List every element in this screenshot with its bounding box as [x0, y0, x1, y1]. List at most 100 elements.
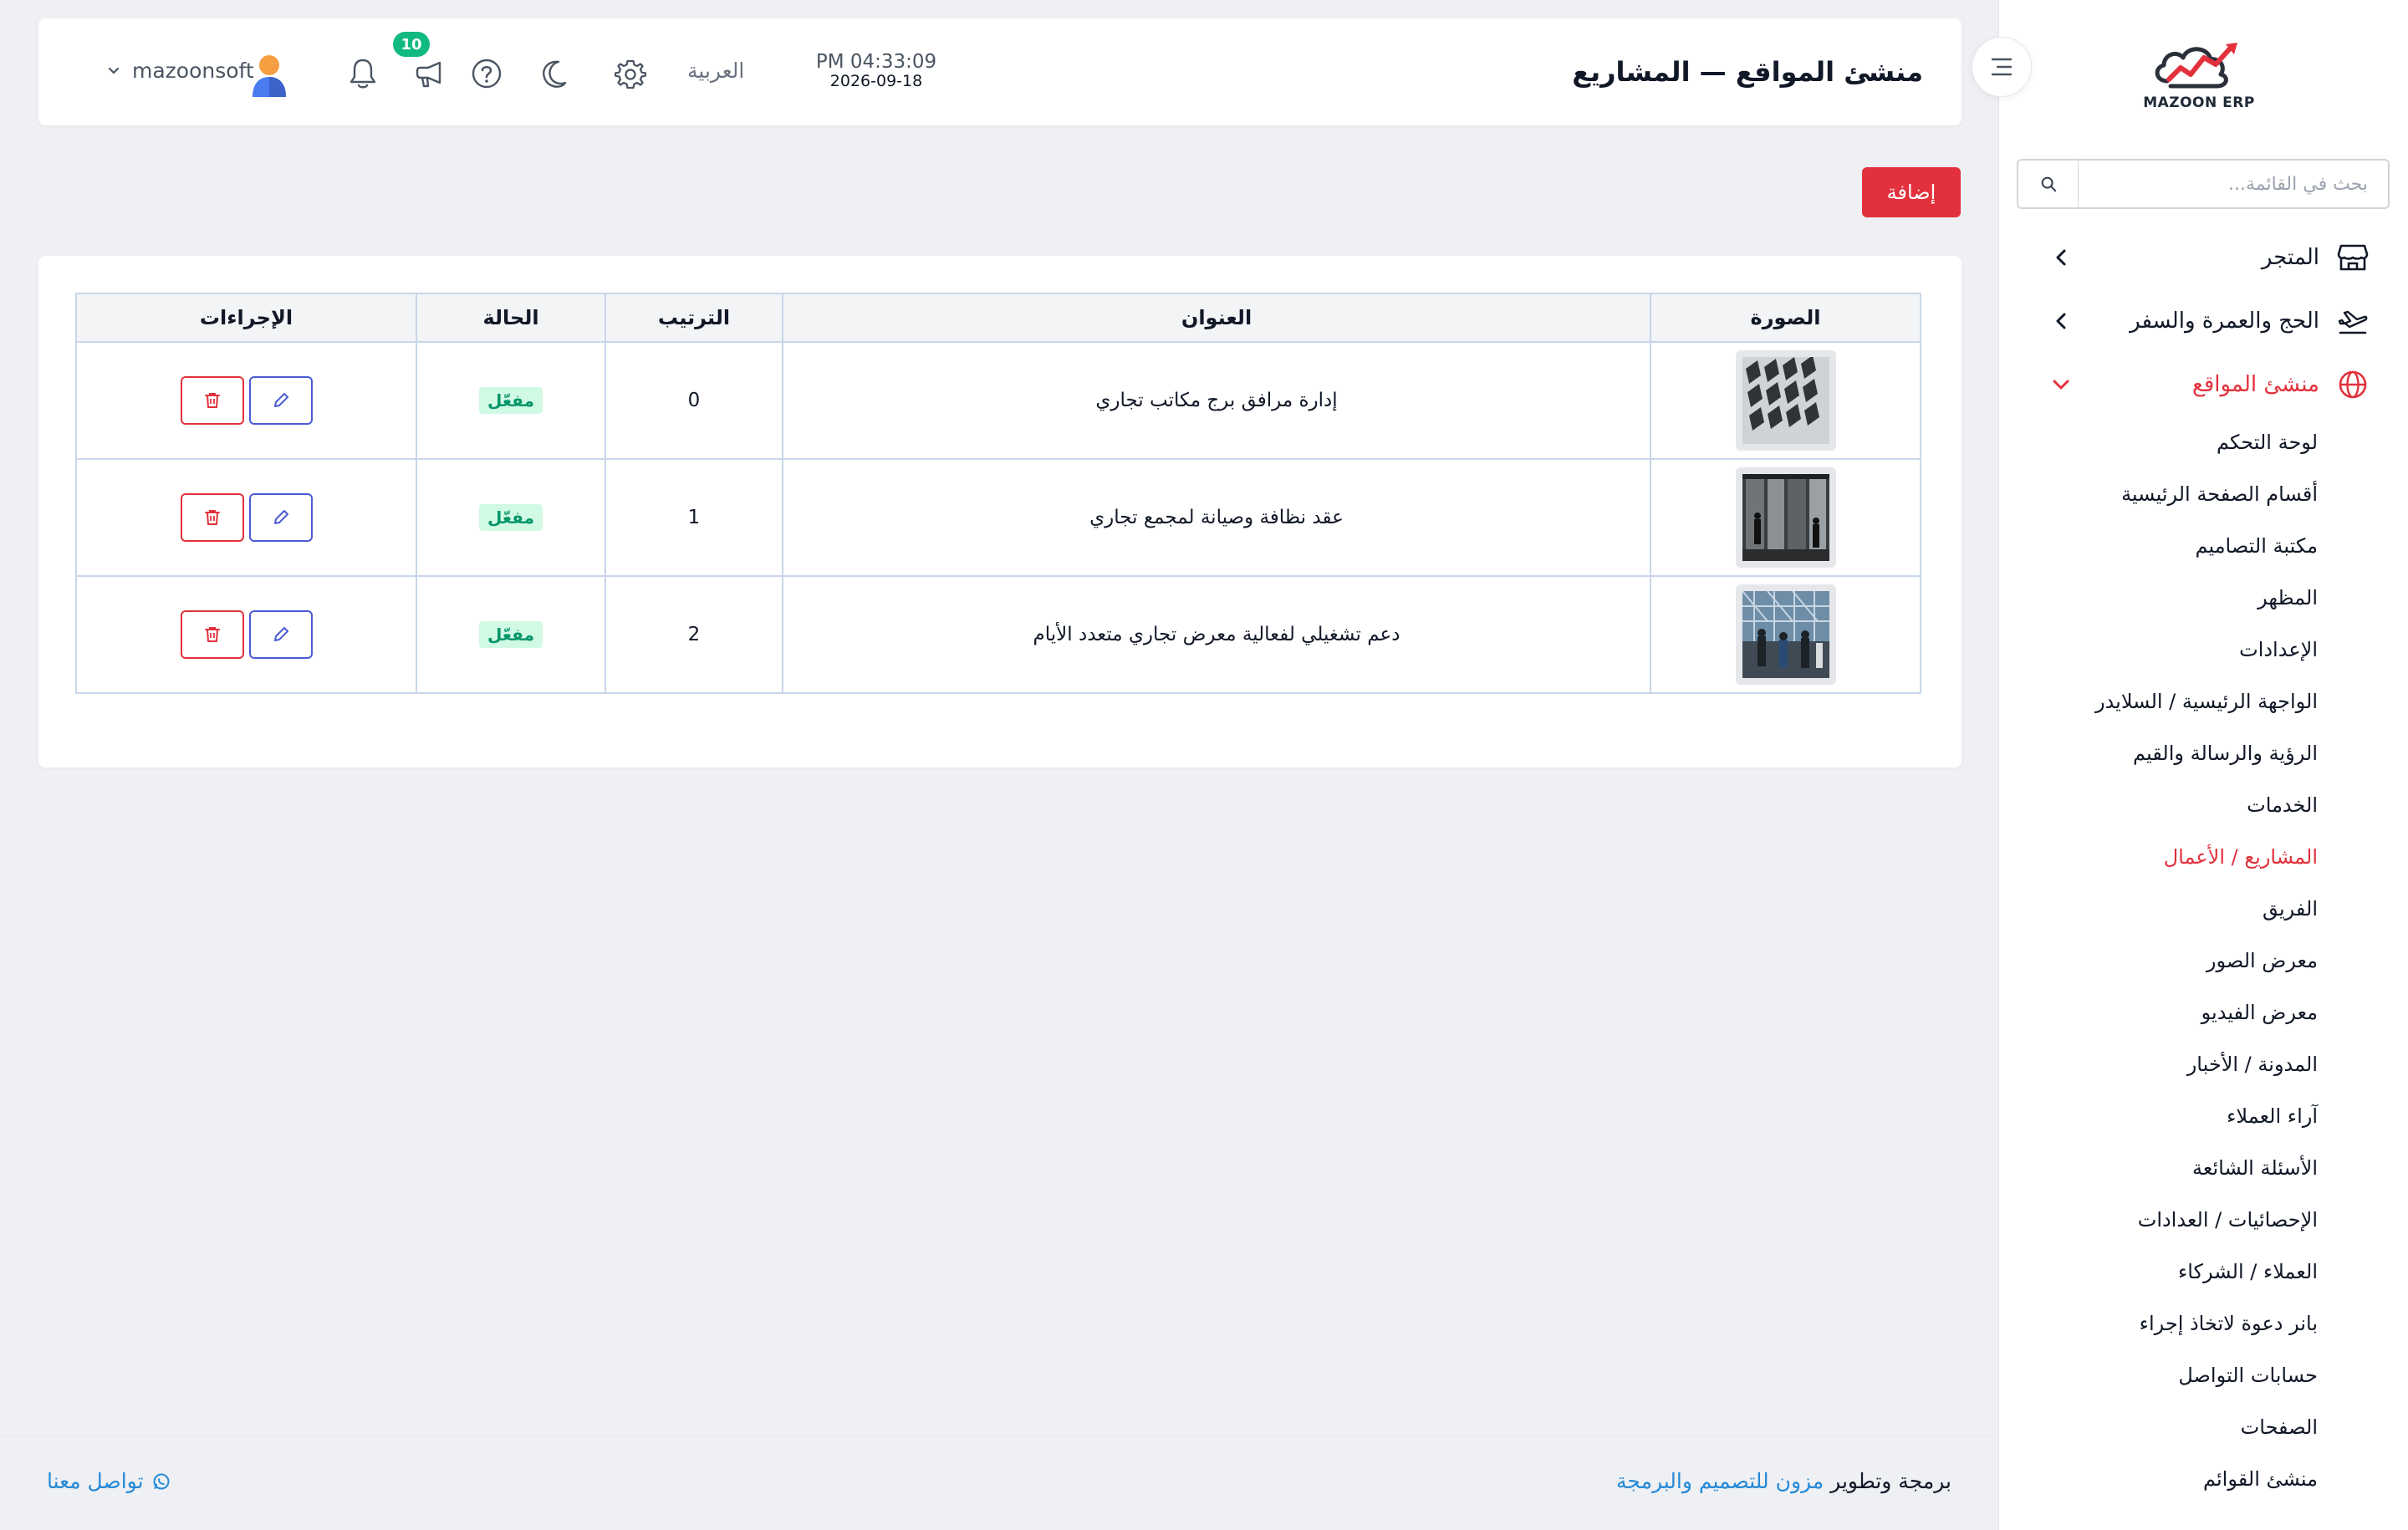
sidebar-item-home-sections[interactable]: أقسام الصفحة الرئيسية — [1998, 468, 2318, 520]
title-cell: عقد نظافة وصيانة لمجمع تجاري — [782, 458, 1651, 577]
order-cell: 2 — [605, 575, 783, 694]
table-row: عقد نظافة وصيانة لمجمع تجاري 1 مفعّل — [75, 458, 1921, 577]
user-menu[interactable]: mazoonsoft — [107, 59, 254, 83]
project-thumbnail[interactable] — [1735, 350, 1836, 451]
menu-toggle-icon — [1991, 58, 2013, 76]
announcements-button[interactable] — [411, 55, 448, 92]
title-cell: دعم تشغيلي لفعالية معرض تجاري متعدد الأي… — [782, 575, 1651, 694]
image-cell — [1650, 458, 1921, 577]
column-header-status: الحالة — [416, 293, 606, 343]
row-actions — [77, 376, 416, 425]
notification-count-badge: 10 — [393, 32, 430, 57]
top-header: منشئ المواقع — المشاريع PM 04:33:09 2026… — [38, 18, 1962, 125]
image-cell — [1650, 575, 1921, 694]
sidebar-item-projects[interactable]: المشاريع / الأعمال — [1998, 831, 2318, 883]
sidebar-item-video-gallery[interactable]: معرض الفيديو — [1998, 987, 2318, 1038]
sidebar-item-social-accounts[interactable]: حسابات التواصل — [1998, 1349, 2318, 1401]
order-cell: 1 — [605, 458, 783, 577]
megaphone-icon — [416, 61, 441, 88]
project-thumbnail[interactable] — [1735, 467, 1836, 568]
delete-button[interactable] — [180, 376, 244, 425]
sidebar-item-design-library[interactable]: مكتبة التصاميم — [1998, 520, 2318, 572]
notifications-button[interactable] — [344, 55, 381, 92]
actions-cell — [75, 458, 417, 577]
search-icon — [2041, 176, 2056, 192]
delete-button[interactable] — [180, 493, 244, 542]
footer-credit-prefix: برمجة وتطوير — [1830, 1469, 1951, 1493]
settings-icon — [615, 59, 646, 89]
table-row: إدارة مرافق برج مكاتب تجاري 0 مفعّل — [75, 341, 1921, 460]
sidebar-search-input[interactable] — [2079, 161, 2388, 207]
sidebar-item-services[interactable]: الخدمات — [1998, 779, 2318, 831]
add-button[interactable]: إضافة — [1862, 167, 1961, 217]
sidebar-item-hero-slider[interactable]: الواجهة الرئيسية / السلايدر — [1998, 676, 2318, 727]
edit-button[interactable] — [248, 493, 313, 542]
trash-icon — [204, 510, 220, 525]
edit-button[interactable] — [248, 376, 313, 425]
sidebar-toggle-button[interactable] — [1972, 37, 2032, 97]
column-header-image: الصورة — [1650, 293, 1921, 343]
clock-date: 2026-09-18 — [829, 72, 923, 91]
theme-toggle-button[interactable] — [537, 55, 574, 92]
sidebar-item-blog[interactable]: المدونة / الأخبار — [1998, 1038, 2318, 1090]
sidebar-group-website-builder[interactable]: منشئ المواقع — [1998, 353, 2408, 416]
search-button[interactable] — [2018, 161, 2079, 207]
row-actions — [77, 493, 416, 542]
sidebar-group-hajj-travel[interactable]: الحج والعمرة والسفر — [1998, 289, 2408, 353]
sidebar: MAZOON ERP المتجر — [1998, 0, 2408, 1530]
sidebar-item-dashboard[interactable]: لوحة التحكم — [1998, 416, 2318, 468]
sidebar-item-photo-gallery[interactable]: معرض الصور — [1998, 935, 2318, 987]
status-cell: مفعّل — [416, 341, 606, 460]
sidebar-group-label: الحج والعمرة والسفر — [2130, 309, 2319, 334]
project-thumbnail[interactable] — [1735, 584, 1836, 685]
language-switch[interactable]: العربية — [687, 59, 744, 83]
plane-icon — [2334, 303, 2371, 339]
footer-credit: برمجة وتطوير مزون للتصميم والبرمجة — [1616, 1469, 1951, 1493]
glass-entrance-photo — [1742, 474, 1829, 561]
sidebar-item-clients[interactable]: العملاء / الشركاء — [1998, 1246, 2318, 1298]
sidebar-item-menu-builder[interactable]: منشئ القوائم — [1998, 1453, 2318, 1505]
page-footer: برمجة وتطوير مزون للتصميم والبرمجة تواصل… — [0, 1435, 1998, 1530]
globe-icon — [2334, 366, 2371, 403]
sidebar-item-faq[interactable]: الأسئلة الشائعة — [1998, 1142, 2318, 1194]
status-cell: مفعّل — [416, 575, 606, 694]
image-cell — [1650, 341, 1921, 460]
sidebar-search — [2017, 159, 2390, 209]
logo-cloud-icon — [2155, 43, 2237, 89]
trash-icon — [204, 393, 220, 408]
status-badge: مفعّل — [479, 621, 543, 648]
footer-brand-link[interactable]: مزون للتصميم والبرمجة — [1616, 1469, 1824, 1493]
sidebar-item-vision-mission[interactable]: الرؤية والرسالة والقيم — [1998, 727, 2318, 779]
sidebar-item-pages[interactable]: الصفحات — [1998, 1401, 2318, 1453]
chevron-down-icon — [2048, 372, 2074, 397]
sidebar-item-team[interactable]: الفريق — [1998, 883, 2318, 935]
order-cell: 0 — [605, 341, 783, 460]
status-badge: مفعّل — [479, 504, 543, 531]
sidebar-item-settings[interactable]: الإعدادات — [1998, 624, 2318, 676]
sidebar-item-cta-banner[interactable]: بانر دعوة لاتخاذ إجراء — [1998, 1298, 2318, 1349]
clock-time: PM 04:33:09 — [815, 51, 937, 73]
header-clock: PM 04:33:09 2026-09-18 — [793, 51, 960, 91]
app-logo[interactable]: MAZOON ERP — [2115, 33, 2283, 117]
row-actions — [77, 610, 416, 659]
table-header-row: الصورة العنوان الترتيب الحالة الإجراءات — [75, 293, 1921, 343]
help-button[interactable] — [468, 55, 505, 92]
status-cell: مفعّل — [416, 458, 606, 577]
whatsapp-icon — [153, 1473, 170, 1489]
contact-us-link[interactable]: تواصل معنا — [47, 1469, 171, 1493]
sidebar-submenu: لوحة التحكم أقسام الصفحة الرئيسية مكتبة … — [1998, 416, 2408, 1505]
column-header-actions: الإجراءات — [75, 293, 417, 343]
sidebar-group-store[interactable]: المتجر — [1998, 226, 2408, 289]
sidebar-nav: المتجر الحج والعمرة والسفر منشئ المواقع … — [1998, 226, 2408, 1505]
contact-us-label: تواصل معنا — [47, 1469, 144, 1493]
edit-button[interactable] — [248, 610, 313, 659]
sidebar-item-testimonials[interactable]: آراء العملاء — [1998, 1090, 2318, 1142]
sidebar-group-label: المتجر — [2261, 245, 2319, 270]
delete-button[interactable] — [180, 610, 244, 659]
pencil-icon — [273, 627, 288, 641]
settings-button[interactable] — [612, 55, 649, 92]
sidebar-item-statistics[interactable]: الإحصائيات / العدادات — [1998, 1194, 2318, 1246]
page-title: منشئ المواقع — المشاريع — [1572, 56, 1923, 88]
sidebar-item-appearance[interactable]: المظهر — [1998, 572, 2318, 624]
pencil-icon — [273, 393, 288, 407]
